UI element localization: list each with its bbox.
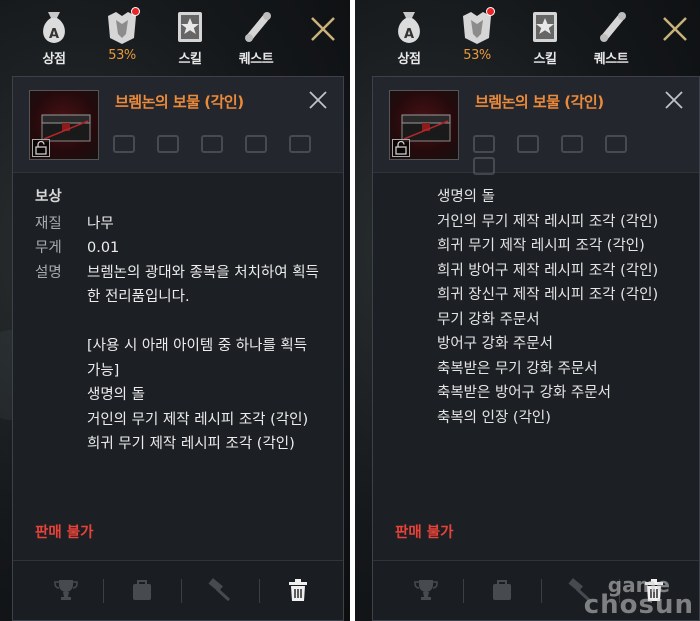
item-title: 브렘논의 보물 (각인)	[115, 93, 244, 111]
lock-icon	[32, 139, 50, 157]
reward-item: 거인의 무기 제작 레시피 조각 (각인)	[437, 213, 659, 230]
item-thumbnail	[389, 90, 459, 160]
close-menu-icon[interactable]	[308, 14, 338, 44]
reward-item: 생명의 돌	[87, 387, 145, 403]
prop-key: 무게	[35, 240, 62, 256]
menu-quest-label: 퀘스트	[238, 52, 274, 67]
svg-text:A: A	[404, 27, 414, 42]
storage-bag-icon[interactable]	[489, 577, 515, 603]
description-text: 브렘논의 광대와 종복을 처치하여 획득한 전리품입니다.	[87, 264, 319, 306]
trophy-icon[interactable]	[413, 577, 439, 603]
background-tabs	[473, 135, 689, 175]
reward-item: 축복받은 방어구 강화 주문서	[437, 385, 611, 401]
armor-icon	[459, 7, 495, 46]
menu-shop-label: 상점	[397, 52, 421, 67]
reward-item: 축복받은 무기 강화 주문서	[437, 360, 598, 377]
item-tooltip-panel: 브렘논의 보물 (각인) 생명의 돌 거인의 무기 제작 레시피 조각 (각인)…	[372, 76, 700, 621]
top-menu-bar: A 상점 53% 스킬 퀘스트	[0, 0, 350, 72]
svg-text:A: A	[49, 27, 59, 42]
trash-icon[interactable]	[285, 577, 311, 603]
item-thumbnail	[29, 90, 99, 160]
not-sellable-label: 판매 불가	[395, 525, 454, 541]
menu-shop[interactable]: A 상점	[26, 8, 82, 67]
skill-book-icon	[527, 8, 563, 46]
storage-bag-icon[interactable]	[129, 577, 155, 603]
menu-quest[interactable]: 퀘스트	[228, 8, 284, 67]
prop-value: 나무	[87, 215, 114, 232]
notification-dot	[131, 7, 140, 16]
menu-skill[interactable]: 스킬	[162, 8, 218, 67]
reward-item: 방어구 강화 주문서	[437, 336, 553, 352]
menu-skill-label: 스킬	[533, 52, 557, 67]
prop-description: 설명 브렘논의 광대와 종복을 처치하여 획득한 전리품입니다. [사용 시 아…	[35, 261, 319, 457]
notification-dot	[486, 7, 495, 16]
close-icon[interactable]	[307, 89, 329, 111]
item-header: 브렘논의 보물 (각인)	[373, 77, 699, 175]
inventory-percent: 53%	[463, 48, 491, 63]
reward-item: 생명의 돌	[437, 189, 495, 205]
menu-shop-label: 상점	[42, 52, 66, 67]
usage-note: [사용 시 아래 아이템 중 하나를 획득 가능]	[87, 338, 308, 379]
inventory-percent: 53%	[108, 48, 136, 63]
background-tabs	[113, 135, 333, 165]
menu-shop[interactable]: A 상점	[381, 8, 437, 67]
right-screenshot: A 상점 53% 스킬 퀘스트 브렘논의 보물 (각인) 생명의 돌 거인의 무…	[355, 0, 700, 621]
description-block: 브렘논의 광대와 종복을 처치하여 획득한 전리품입니다. [사용 시 아래 아…	[87, 261, 319, 457]
not-sellable-label: 판매 불가	[35, 525, 94, 541]
menu-inventory[interactable]: 53%	[449, 7, 505, 63]
skill-book-icon	[172, 8, 208, 46]
item-title: 브렘논의 보물 (각인)	[475, 93, 604, 111]
money-bag-icon: A	[391, 8, 427, 46]
reward-item: 희귀 장신구 제작 레시피 조각 (각인)	[437, 287, 659, 303]
prop-key: 재질	[35, 215, 62, 232]
item-action-bar	[13, 560, 343, 620]
trophy-icon[interactable]	[53, 577, 79, 603]
reward-item: 거인의 무기 제작 레시피 조각 (각인)	[87, 411, 309, 428]
menu-inventory[interactable]: 53%	[94, 7, 150, 63]
reward-list: 생명의 돌 거인의 무기 제작 레시피 조각 (각인) 희귀 무기 제작 레시피…	[437, 185, 679, 524]
reward-item: 희귀 방어구 제작 레시피 조각 (각인)	[437, 262, 659, 279]
menu-skill-label: 스킬	[178, 52, 202, 67]
top-menu-bar: A 상점 53% 스킬 퀘스트	[355, 0, 700, 72]
close-menu-icon[interactable]	[660, 14, 690, 44]
prop-key: 설명	[35, 264, 62, 281]
menu-quest[interactable]: 퀘스트	[583, 8, 639, 67]
prop-value: 0.01	[87, 240, 120, 256]
menu-quest-label: 퀘스트	[593, 52, 629, 67]
scroll-icon	[593, 8, 629, 46]
reward-item: 무기 강화 주문서	[437, 311, 540, 328]
armor-icon	[104, 7, 140, 46]
reward-item: 희귀 무기 제작 레시피 조각 (각인)	[437, 238, 645, 254]
scroll-icon	[238, 8, 274, 46]
close-icon[interactable]	[663, 89, 685, 111]
hammer-icon[interactable]	[206, 577, 232, 603]
section-title-reward: 보상	[35, 189, 62, 205]
watermark-line2: chosun	[583, 590, 694, 620]
watermark-logo: game chosun	[583, 575, 694, 620]
reward-item: 희귀 무기 제작 레시피 조각 (각인)	[87, 436, 295, 452]
item-header: 브렘논의 보물 (각인)	[13, 77, 343, 173]
left-screenshot: A 상점 53% 스킬 퀘스트 브렘논의 보물 (각인) 보상 재질 나무 무게…	[0, 0, 350, 621]
item-details: 보상 재질 나무 무게 0.01 설명 브렘논의 광대와 종복을 처치하여 획득…	[35, 185, 319, 524]
prop-material: 재질 나무	[35, 212, 319, 237]
menu-skill[interactable]: 스킬	[517, 8, 573, 67]
lock-icon	[392, 139, 410, 157]
money-bag-icon: A	[36, 8, 72, 46]
reward-item: 축복의 인장 (각인)	[437, 409, 551, 426]
prop-weight: 무게 0.01	[35, 236, 319, 261]
item-tooltip-panel: 브렘논의 보물 (각인) 보상 재질 나무 무게 0.01 설명 브렘논의 광대…	[12, 76, 344, 621]
